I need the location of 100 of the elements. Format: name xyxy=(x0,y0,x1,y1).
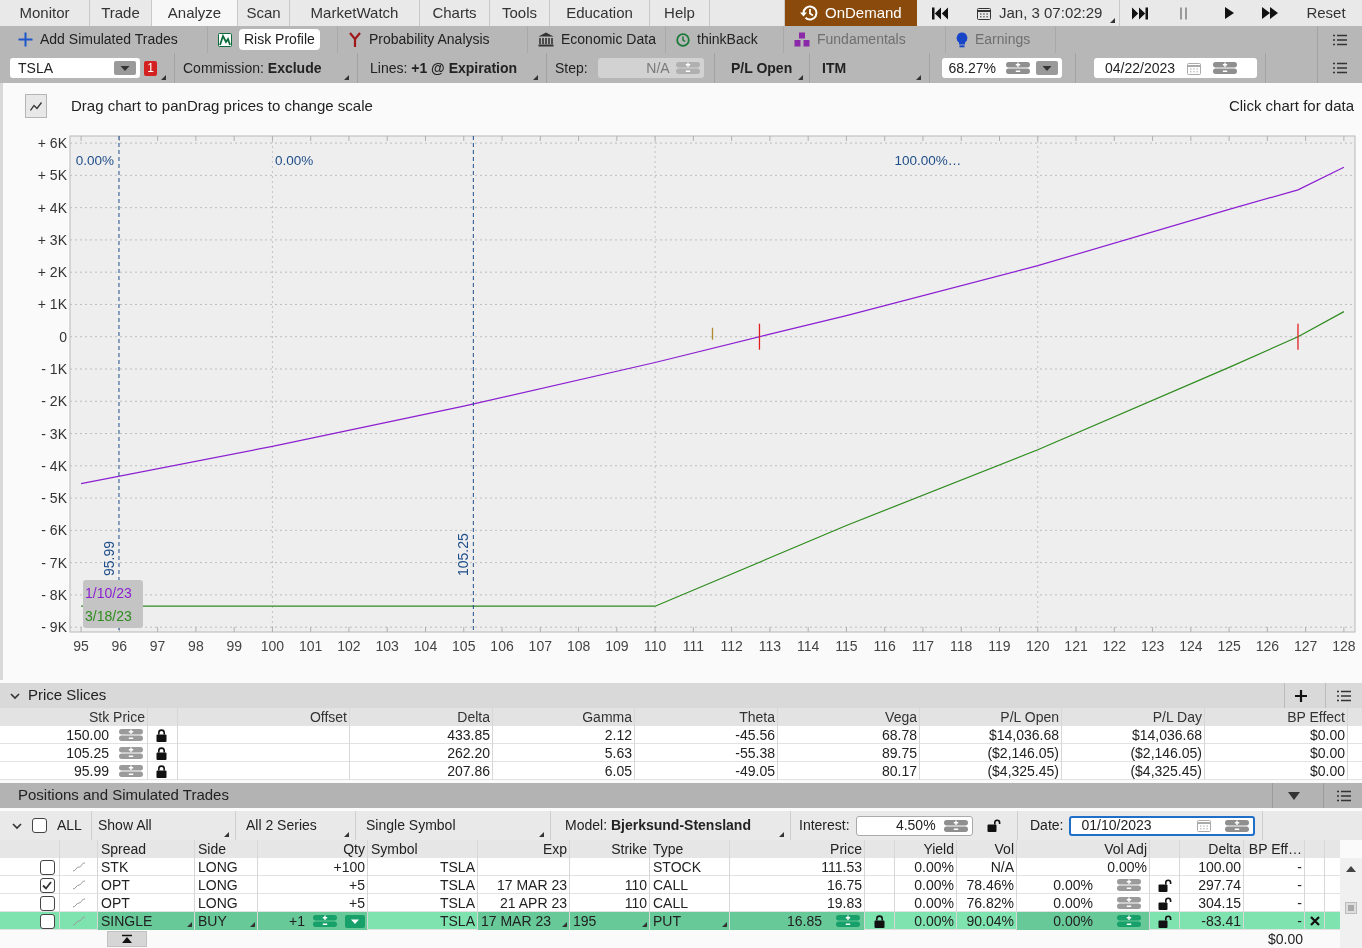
stepper-icon[interactable] xyxy=(1006,62,1030,74)
lock-icon[interactable] xyxy=(874,914,885,928)
checkbox[interactable] xyxy=(39,877,55,893)
column-header[interactable]: Spread xyxy=(101,841,147,857)
symbol-mode-dropdown[interactable]: Single Symbol xyxy=(366,815,456,836)
column-header[interactable]: Type xyxy=(653,841,684,857)
chevron-down-icon[interactable] xyxy=(10,690,20,701)
y-axis-label: - 7K xyxy=(41,554,67,571)
column-header[interactable]: BP Effect xyxy=(1287,709,1345,725)
stepper-icon[interactable] xyxy=(313,915,337,927)
skip-back-icon xyxy=(931,6,949,20)
column-header[interactable]: Yield xyxy=(923,841,954,857)
menu-icon[interactable] xyxy=(1336,689,1352,702)
unlock-icon[interactable] xyxy=(1157,878,1172,892)
table-cell: 2.12 xyxy=(604,727,632,743)
column-header[interactable]: Side xyxy=(198,841,227,857)
column-header[interactable]: Delta xyxy=(1208,841,1241,857)
table-row[interactable]: STK LONG +100 TSLA STOCK 111.53 0.00% N/A 0.00% 100.00 - xyxy=(0,858,1340,876)
column-header[interactable]: BP Eff… xyxy=(1248,841,1302,857)
series-dropdown[interactable]: All 2 Series xyxy=(246,815,317,836)
dropdown-cell[interactable]: BUY xyxy=(195,912,258,930)
column-header[interactable]: Strike xyxy=(611,841,647,857)
column-header[interactable]: Vega xyxy=(885,709,917,725)
dropdown-cell[interactable]: 17 MAR 23 xyxy=(478,912,570,930)
stepper-icon[interactable] xyxy=(1117,897,1141,909)
collapse-icon[interactable] xyxy=(1287,790,1301,801)
stepper-icon[interactable] xyxy=(119,729,143,741)
show-dropdown[interactable]: Show All xyxy=(98,815,152,836)
dropdown-cell[interactable]: PUT xyxy=(650,912,730,930)
lock-icon[interactable] xyxy=(156,728,167,742)
table-cell: - xyxy=(1297,895,1302,911)
column-header[interactable]: Gamma xyxy=(582,709,632,725)
y-axis-label: + 4K xyxy=(37,199,67,216)
checkbox[interactable] xyxy=(39,859,55,875)
stepper-icon[interactable] xyxy=(1117,915,1141,927)
itm-dropdown[interactable]: ITM xyxy=(822,57,847,79)
quantity-field[interactable]: +1 xyxy=(258,912,368,930)
date-field[interactable]: 01/10/2023 xyxy=(1069,815,1256,836)
probability-field[interactable]: 68.27% xyxy=(942,58,1062,78)
menu-tab[interactable]: Analyze xyxy=(152,0,238,26)
column-header[interactable]: Qty xyxy=(343,841,365,857)
column-header[interactable]: Price xyxy=(830,841,862,857)
stepper-icon[interactable] xyxy=(119,765,143,777)
ondemand-button[interactable]: OnDemand xyxy=(785,0,917,26)
column-header[interactable]: Theta xyxy=(739,709,775,725)
corner-caret-icon xyxy=(250,922,255,927)
date-field[interactable]: 04/22/2023 xyxy=(1094,58,1257,78)
vol-adj-field[interactable]: 0.00% xyxy=(1017,912,1150,930)
menu-icon[interactable] xyxy=(1332,62,1348,74)
model-dropdown[interactable]: Model: Bjerksund-Stensland xyxy=(565,815,751,836)
unlock-icon[interactable] xyxy=(986,819,1001,832)
stepper-icon[interactable] xyxy=(119,747,143,759)
y-axis-label: + 1K xyxy=(37,296,67,313)
price-field[interactable]: 16.85 xyxy=(730,912,865,930)
checkbox[interactable] xyxy=(32,818,47,833)
dropdown-cell[interactable]: 195 xyxy=(570,912,650,930)
corner-caret-icon xyxy=(187,922,192,927)
stepper-icon[interactable] xyxy=(1117,879,1141,891)
x-axis-label: 125 xyxy=(1217,638,1241,654)
lock-icon[interactable] xyxy=(156,764,167,778)
symbol-dropdown[interactable]: TSLA xyxy=(10,58,141,78)
column-header[interactable]: P/L Day xyxy=(1152,709,1202,725)
table-row[interactable]: OPT LONG +5 TSLA 17 MAR 23 110 CALL 16.75 0.00% 78.46% 0.00% 297.74 - xyxy=(0,876,1340,894)
interest-field[interactable]: 4.50% xyxy=(855,815,973,836)
analysis-tab[interactable]: Risk Profile xyxy=(208,26,338,53)
lines-dropdown[interactable]: Lines: +1 @ Expiration xyxy=(370,57,518,79)
menu-icon[interactable] xyxy=(1336,789,1352,802)
column-header[interactable]: P/L Open xyxy=(1000,709,1059,725)
scroll-to-top-button[interactable] xyxy=(107,931,147,947)
dropdown-cell[interactable]: SINGLE xyxy=(98,912,195,930)
stepper-icon[interactable] xyxy=(836,915,860,927)
table-row[interactable]: OPT LONG +5 TSLA 21 APR 23 110 CALL 19.83 0.00% 76.82% 0.00% 304.15 - xyxy=(0,894,1340,912)
table-cell: TSLA xyxy=(440,895,475,911)
checkbox[interactable] xyxy=(39,913,55,929)
unlock-icon[interactable] xyxy=(1157,914,1172,928)
column-header[interactable]: Symbol xyxy=(371,841,418,857)
stepper-icon[interactable] xyxy=(1225,819,1250,832)
chart-type-button[interactable] xyxy=(25,94,47,118)
column-header[interactable]: Delta xyxy=(457,709,490,725)
commission-dropdown[interactable]: Commission: Exclude xyxy=(183,57,322,79)
stepper-icon[interactable] xyxy=(943,819,968,832)
column-header[interactable]: Offset xyxy=(309,709,347,725)
column-header[interactable]: Stk Price xyxy=(89,709,145,725)
y-axis-label: - 6K xyxy=(41,522,67,539)
menu-icon[interactable] xyxy=(1332,33,1348,46)
pl-mode-dropdown[interactable]: P/L Open xyxy=(731,57,793,79)
clock-icon xyxy=(676,32,690,47)
y-axis-label: + 6K xyxy=(37,135,67,152)
chevron-down-icon[interactable] xyxy=(12,820,22,831)
column-header[interactable]: Vol xyxy=(994,841,1014,857)
stepper-icon[interactable] xyxy=(1213,62,1238,74)
column-header[interactable]: Exp xyxy=(542,841,567,857)
add-icon[interactable] xyxy=(1295,689,1307,702)
unlock-icon[interactable] xyxy=(1157,896,1172,910)
checkbox[interactable] xyxy=(39,895,55,911)
table-cell: -45.56 xyxy=(735,727,775,743)
column-header[interactable]: Vol Adj xyxy=(1104,841,1147,857)
lock-icon[interactable] xyxy=(156,746,167,760)
scrollbar[interactable] xyxy=(1340,858,1362,948)
delete-icon[interactable] xyxy=(1309,916,1320,926)
